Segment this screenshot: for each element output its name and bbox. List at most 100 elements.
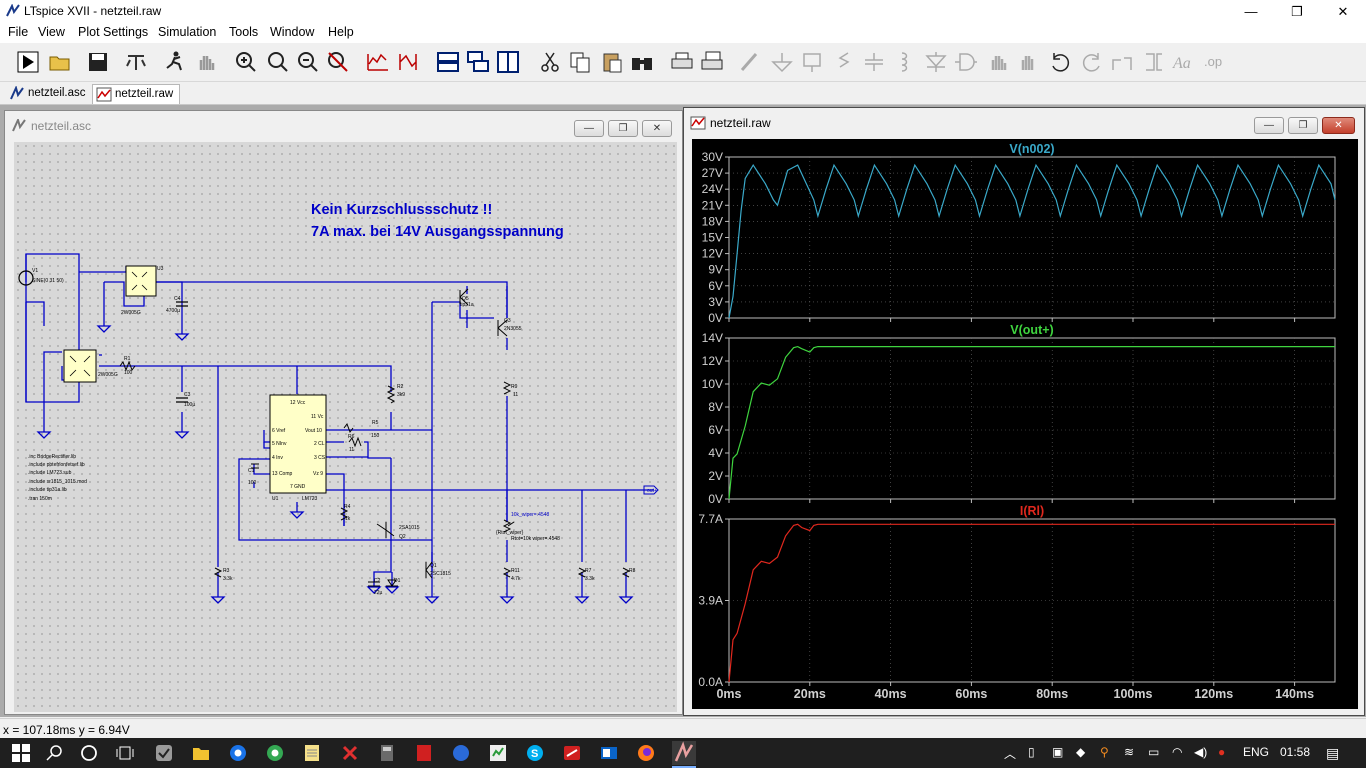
ground-icon[interactable] bbox=[770, 50, 794, 74]
outlook-icon[interactable] bbox=[600, 744, 618, 762]
halt-icon[interactable] bbox=[162, 50, 186, 74]
tab-netzteil-asc[interactable]: netzteil.asc bbox=[6, 84, 92, 103]
task-view-icon[interactable] bbox=[116, 744, 134, 762]
mark-icon[interactable] bbox=[396, 50, 420, 74]
search-icon[interactable] bbox=[46, 744, 64, 762]
save-icon[interactable] bbox=[86, 50, 110, 74]
tab-netzteil-raw[interactable]: netzteil.raw bbox=[92, 84, 181, 104]
print-setup-icon[interactable] bbox=[700, 50, 724, 74]
zoom-cancel-icon[interactable] bbox=[326, 50, 350, 74]
tray-search-icon[interactable]: ⚲ bbox=[1100, 745, 1109, 759]
clock[interactable]: 01:58 bbox=[1280, 745, 1310, 759]
pin-cs: 3 CS bbox=[314, 455, 326, 461]
maximize-button[interactable]: ❐ bbox=[1274, 0, 1320, 23]
mirror-icon[interactable] bbox=[1142, 50, 1166, 74]
capacitor-icon[interactable] bbox=[862, 50, 886, 74]
tray-usb-icon[interactable]: ▯ bbox=[1028, 745, 1035, 759]
battery-icon[interactable]: ▭ bbox=[1148, 745, 1159, 759]
waveform-restore-button[interactable]: ❐ bbox=[1288, 117, 1318, 134]
cut-icon[interactable] bbox=[538, 50, 562, 74]
close-button[interactable]: ✕ bbox=[1320, 0, 1366, 23]
window-title: LTspice XVII - netzteil.raw bbox=[24, 4, 162, 18]
menu-plot-settings[interactable]: Plot Settings bbox=[78, 25, 148, 39]
tray-vlc-icon[interactable]: ◆ bbox=[1076, 745, 1085, 759]
skype-icon[interactable]: S bbox=[526, 744, 544, 762]
print-icon[interactable] bbox=[670, 50, 694, 74]
firefox-icon[interactable] bbox=[637, 744, 655, 762]
tray-chrome-icon[interactable]: ● bbox=[1218, 745, 1225, 759]
drag-icon[interactable] bbox=[1016, 50, 1040, 74]
notepad-icon[interactable] bbox=[303, 744, 321, 762]
ltspice-icon[interactable] bbox=[672, 741, 696, 765]
schematic-close-button[interactable]: ✕ bbox=[642, 120, 672, 137]
text-icon[interactable]: Aa bbox=[1172, 50, 1196, 74]
waveform-window-titlebar[interactable]: netzteil.raw — ❐ ✕ bbox=[684, 108, 1364, 138]
label-r6: R6 bbox=[348, 434, 355, 440]
autorange-icon[interactable] bbox=[366, 50, 390, 74]
menu-help[interactable]: Help bbox=[328, 25, 354, 39]
zoom-in-icon[interactable] bbox=[234, 50, 258, 74]
volume-icon[interactable]: ◀) bbox=[1194, 745, 1207, 759]
waveform-window: netzteil.raw — ❐ ✕ 30V 27V 24V 21V 18V 15V 12V… bbox=[683, 107, 1365, 716]
svg-text:.op: .op bbox=[1204, 54, 1222, 69]
cascade-icon[interactable] bbox=[466, 50, 490, 74]
schematic-restore-button[interactable]: ❐ bbox=[608, 120, 638, 137]
minimize-button[interactable]: — bbox=[1228, 0, 1274, 23]
copy-icon[interactable] bbox=[568, 50, 592, 74]
move-icon[interactable] bbox=[986, 50, 1010, 74]
undo-icon[interactable] bbox=[1048, 50, 1072, 74]
app-green-icon[interactable] bbox=[489, 744, 507, 762]
y-tick-label: 14V bbox=[702, 331, 723, 345]
menu-tools[interactable]: Tools bbox=[229, 25, 258, 39]
inductor-icon[interactable] bbox=[892, 50, 916, 74]
calculator-icon[interactable] bbox=[378, 744, 396, 762]
cortana-icon[interactable] bbox=[80, 744, 98, 762]
app-blue-icon[interactable] bbox=[452, 744, 470, 762]
tile-horizontal-icon[interactable] bbox=[436, 50, 460, 74]
notifications-icon[interactable]: ▤ bbox=[1326, 745, 1339, 762]
tray-chevron-icon[interactable]: ︿ bbox=[1004, 745, 1016, 762]
tile-vertical-icon[interactable] bbox=[496, 50, 520, 74]
waveform-close-button[interactable]: ✕ bbox=[1322, 117, 1355, 134]
zoom-area-icon[interactable] bbox=[266, 50, 290, 74]
zoom-out-icon[interactable] bbox=[296, 50, 320, 74]
schematic-minimize-button[interactable]: — bbox=[574, 120, 604, 137]
redo-icon[interactable] bbox=[1080, 50, 1104, 74]
language-indicator[interactable]: ENG bbox=[1243, 745, 1269, 759]
label-q2: Q2 bbox=[399, 534, 406, 540]
menu-file[interactable]: File bbox=[8, 25, 28, 39]
tray-app-icon[interactable]: ▣ bbox=[1052, 745, 1063, 759]
schematic-window-titlebar[interactable]: netzteil.asc — ❐ ✕ bbox=[5, 111, 682, 141]
app1-icon[interactable] bbox=[155, 744, 173, 762]
resistor-icon[interactable] bbox=[832, 50, 856, 74]
pdf-icon[interactable] bbox=[563, 744, 581, 762]
y-tick-label: 18V bbox=[702, 214, 723, 228]
component-icon[interactable] bbox=[954, 50, 978, 74]
windows-start-icon[interactable] bbox=[12, 744, 30, 762]
chrome-alt-icon[interactable] bbox=[266, 744, 284, 762]
spice-directive-icon[interactable]: .op bbox=[1204, 50, 1228, 74]
menu-window[interactable]: Window bbox=[270, 25, 314, 39]
paste-icon[interactable] bbox=[600, 50, 624, 74]
rotate-icon[interactable] bbox=[1110, 50, 1134, 74]
control-panel-icon[interactable] bbox=[124, 50, 148, 74]
chrome-icon[interactable] bbox=[229, 744, 247, 762]
menu-simulation[interactable]: Simulation bbox=[158, 25, 216, 39]
file-explorer-icon[interactable] bbox=[192, 744, 210, 762]
waveform-minimize-button[interactable]: — bbox=[1254, 117, 1284, 134]
draw-wire-icon[interactable] bbox=[738, 50, 762, 74]
y-tick-label: 15V bbox=[702, 231, 723, 245]
pan-hand-icon[interactable] bbox=[194, 50, 218, 74]
schematic-canvas[interactable]: Kein Kurzschlussschutz !! 7A max. bei 14… bbox=[14, 142, 677, 712]
red-app-icon[interactable] bbox=[415, 744, 433, 762]
network-icon[interactable]: ◠ bbox=[1172, 745, 1182, 759]
menu-view[interactable]: View bbox=[38, 25, 65, 39]
find-icon[interactable] bbox=[630, 50, 654, 74]
label-net-icon[interactable] bbox=[800, 50, 824, 74]
diode-icon[interactable] bbox=[924, 50, 948, 74]
waveform-canvas[interactable]: 30V 27V 24V 21V 18V 15V 12V 9V 6V 3V 0V V(n002) 14V 1… bbox=[692, 139, 1358, 709]
run-icon[interactable] bbox=[16, 50, 40, 74]
open-folder-icon[interactable] bbox=[48, 50, 72, 74]
cross-app-icon[interactable] bbox=[341, 744, 359, 762]
tray-wifi-app-icon[interactable]: ≋ bbox=[1124, 745, 1134, 759]
